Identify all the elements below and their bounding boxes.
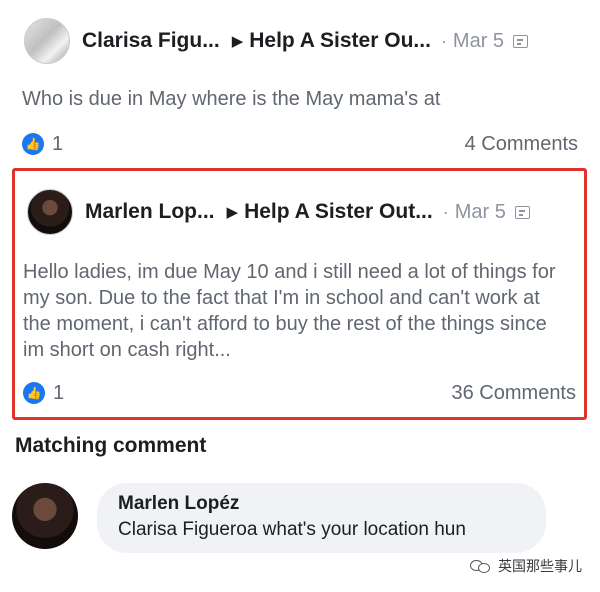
comment-bubble[interactable]: Marlen Lopéz Clarisa Figueroa what's you… xyxy=(97,483,546,553)
privacy-icon xyxy=(513,34,529,48)
group-name[interactable]: Help A Sister Ou... xyxy=(249,29,431,53)
watermark: 英国那些事儿 xyxy=(470,556,582,576)
comment-author[interactable]: Marlen Lopéz xyxy=(118,491,526,517)
post-text[interactable]: Hello ladies, im due May 10 and i still … xyxy=(23,259,573,363)
arrow-right-icon: ▶ xyxy=(226,204,239,221)
reactions[interactable]: 👍 1 xyxy=(22,133,63,156)
separator-dot: · xyxy=(442,201,449,222)
avatar[interactable] xyxy=(27,189,73,235)
privacy-icon xyxy=(514,205,530,219)
reactions[interactable]: 👍 1 xyxy=(23,382,64,405)
like-icon: 👍 xyxy=(22,133,44,155)
comments-count-link[interactable]: 36 Comments xyxy=(452,382,577,405)
group-name[interactable]: Help A Sister Out... xyxy=(244,200,433,224)
post-card-marlen-highlighted[interactable]: Marlen Lop... ▶ Help A Sister Out... · M… xyxy=(12,168,587,420)
separator-dot: · xyxy=(440,30,447,51)
comments-count-link[interactable]: 4 Comments xyxy=(465,133,578,156)
post-author[interactable]: Clarisa Figu... xyxy=(82,29,220,53)
avatar[interactable] xyxy=(24,18,70,64)
like-count: 1 xyxy=(53,381,65,404)
post-date[interactable]: Mar 5 xyxy=(455,201,506,224)
comment-avatar[interactable] xyxy=(12,483,78,549)
post-text[interactable]: Who is due in May where is the May mama'… xyxy=(22,86,582,112)
post-date[interactable]: Mar 5 xyxy=(453,30,504,53)
post-card-clarisa[interactable]: Clarisa Figu... ▶ Help A Sister Ou... · … xyxy=(0,0,600,170)
like-count: 1 xyxy=(52,132,64,155)
comment-text: Clarisa Figueroa what's your location hu… xyxy=(118,519,466,540)
post-author[interactable]: Marlen Lop... xyxy=(85,200,215,224)
arrow-right-icon: ▶ xyxy=(231,33,244,50)
post-footer: 👍 1 36 Comments xyxy=(23,380,576,406)
wechat-icon xyxy=(470,558,492,574)
watermark-text: 英国那些事儿 xyxy=(498,558,582,574)
like-icon: 👍 xyxy=(23,382,45,404)
section-title: Matching comment xyxy=(15,434,207,457)
post-header: Marlen Lop... ▶ Help A Sister Out... · M… xyxy=(27,187,580,237)
post-header: Clarisa Figu... ▶ Help A Sister Ou... · … xyxy=(24,16,584,66)
post-footer: 👍 1 4 Comments xyxy=(22,131,578,157)
